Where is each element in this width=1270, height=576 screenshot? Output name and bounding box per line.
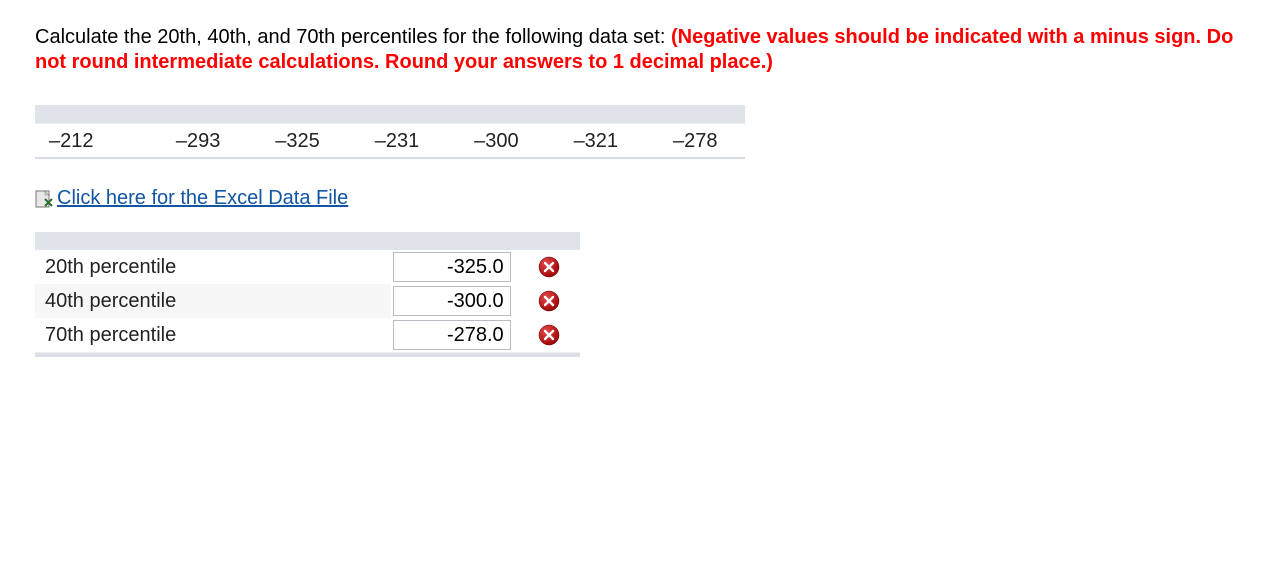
dataset-value: –231 xyxy=(347,130,446,153)
dataset-value: –325 xyxy=(248,130,347,153)
wrong-icon xyxy=(538,256,560,278)
dataset-table: –212 –293 –325 –231 –300 –321 –278 xyxy=(35,105,745,159)
answer-bottom-border xyxy=(35,352,580,357)
dataset-value: –212 xyxy=(35,130,148,153)
answer-row: 70th percentile xyxy=(35,318,580,352)
dataset-value: –321 xyxy=(546,130,645,153)
answer-band-top xyxy=(35,232,580,250)
excel-link-text: Click here for the Excel Data File xyxy=(57,187,348,210)
excel-link[interactable]: Click here for the Excel Data File xyxy=(35,187,348,210)
answer-label: 70th percentile xyxy=(35,318,391,352)
answer-table: 20th percentile xyxy=(35,250,580,352)
answer-label: 40th percentile xyxy=(35,284,391,318)
dataset-value: –293 xyxy=(148,130,247,153)
dataset-row: –212 –293 –325 –231 –300 –321 –278 xyxy=(35,123,745,159)
answer-input-70th[interactable] xyxy=(393,320,511,350)
table-band-top xyxy=(35,105,745,123)
wrong-icon xyxy=(538,290,560,312)
answer-input-40th[interactable] xyxy=(393,286,511,316)
answer-input-20th[interactable] xyxy=(393,252,511,282)
question-text: Calculate the 20th, 40th, and 70th perce… xyxy=(35,25,1235,75)
excel-file-icon xyxy=(35,190,53,208)
answer-table-wrap: 20th percentile xyxy=(35,232,580,357)
dataset-value: –278 xyxy=(646,130,745,153)
answer-label: 20th percentile xyxy=(35,250,391,284)
answer-row: 20th percentile xyxy=(35,250,580,284)
answer-row: 40th percentile xyxy=(35,284,580,318)
wrong-icon xyxy=(538,324,560,346)
dataset-value: –300 xyxy=(447,130,546,153)
question-lead: Calculate the 20th, 40th, and 70th perce… xyxy=(35,26,671,48)
